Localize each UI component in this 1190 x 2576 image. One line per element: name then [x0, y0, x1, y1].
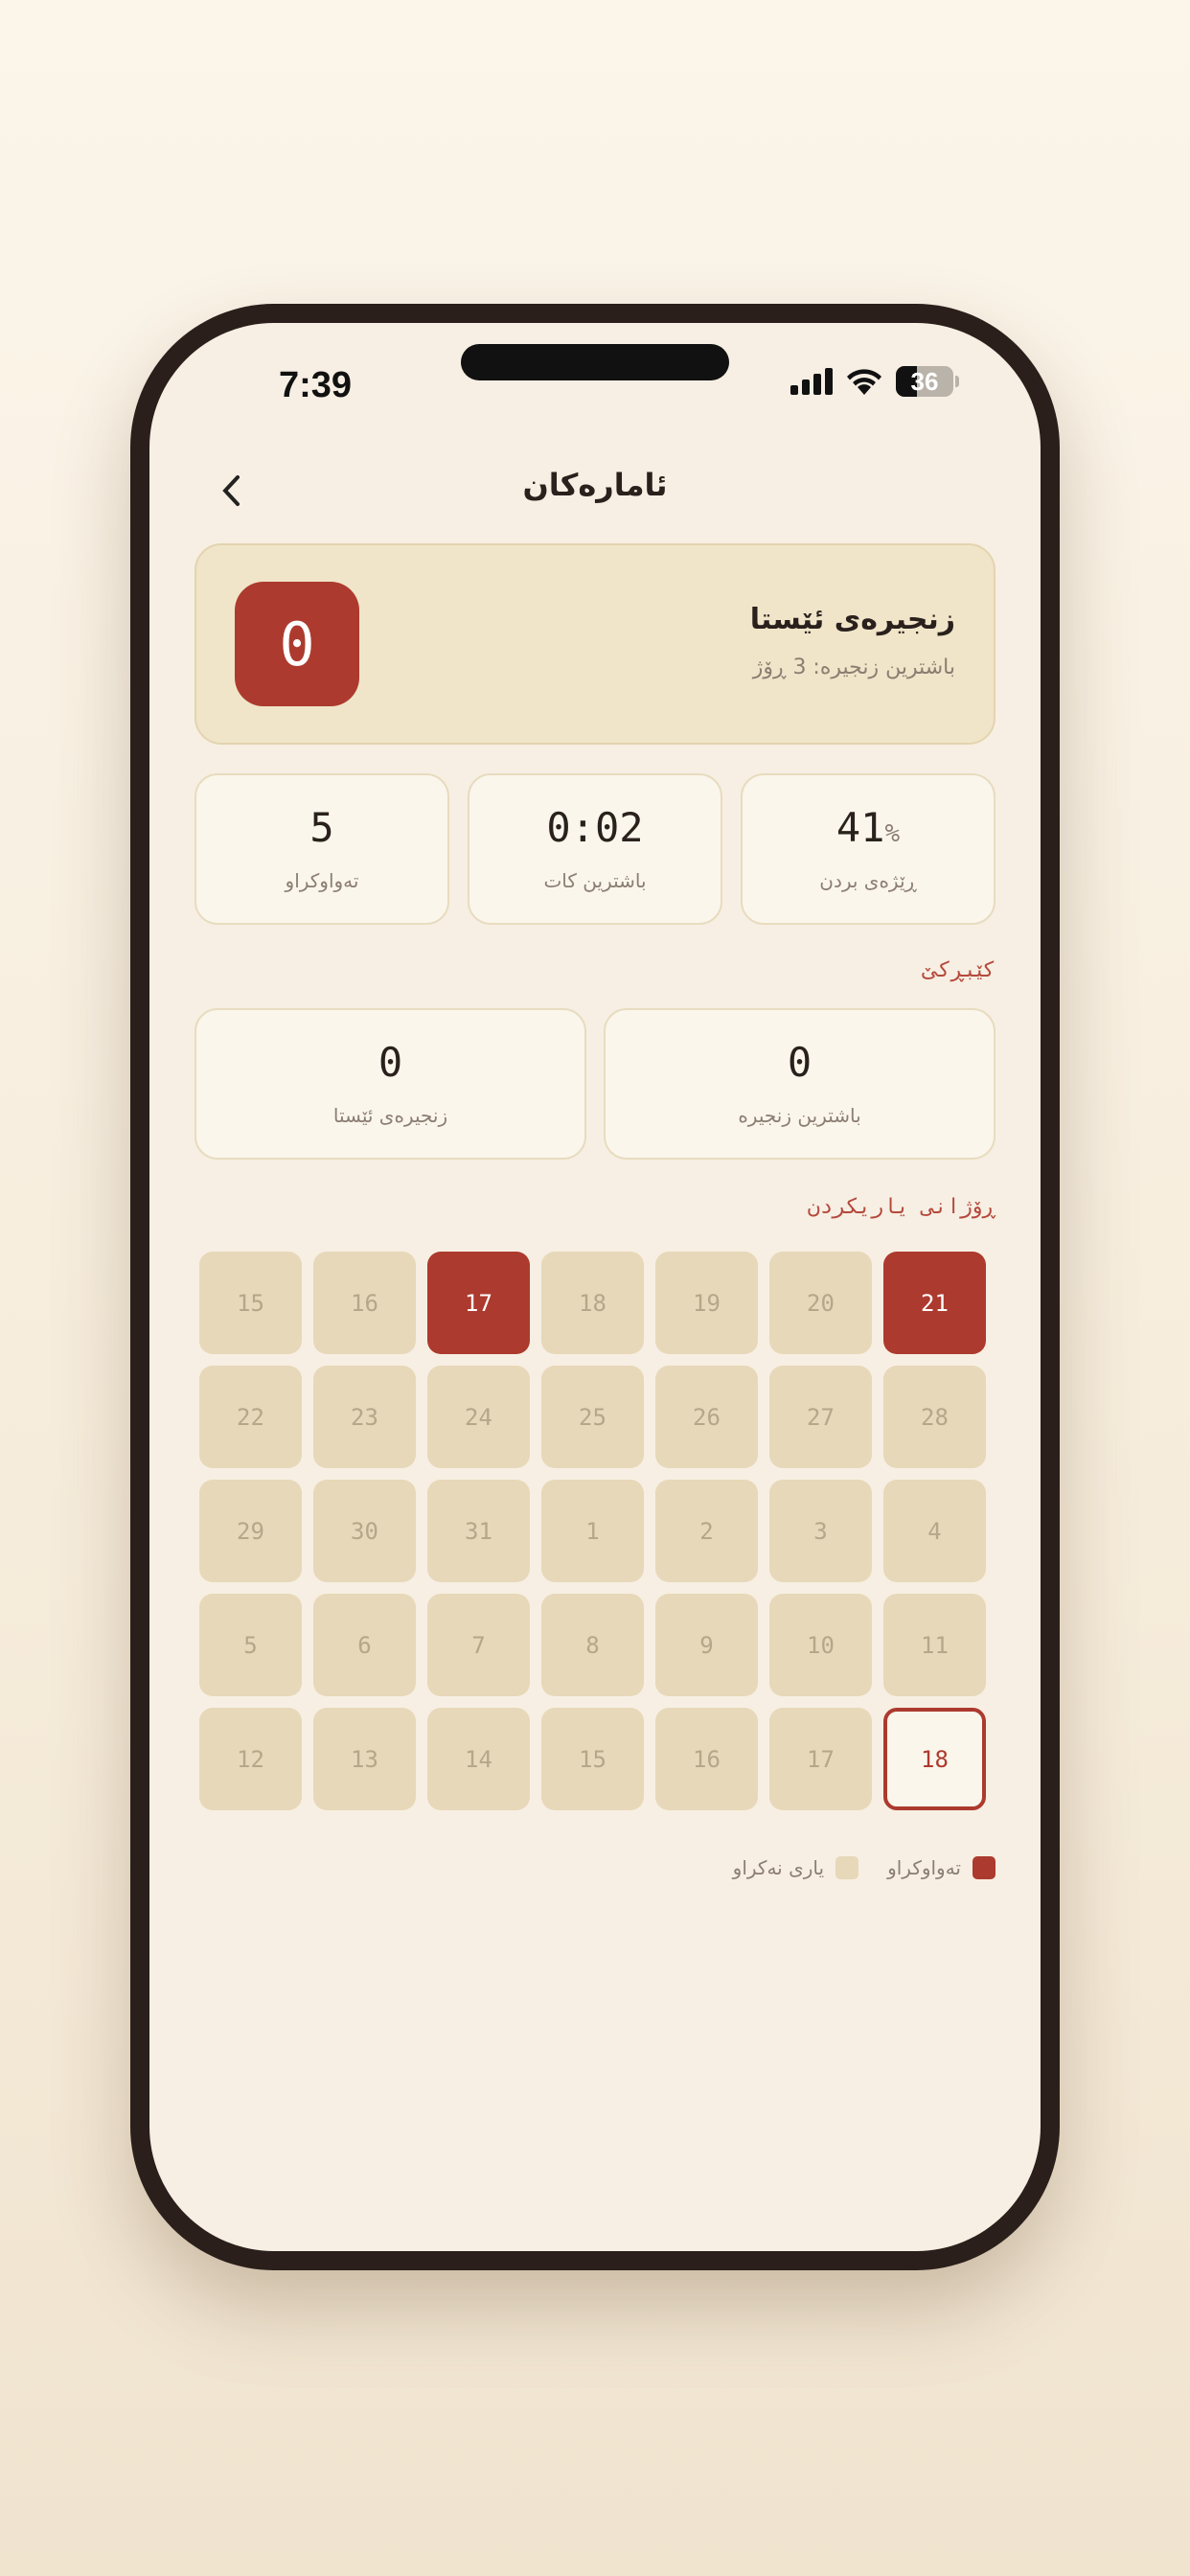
stat-label: باشترین کات	[543, 869, 647, 892]
status-time: 7:39	[279, 365, 353, 405]
calendar-day: 5	[199, 1594, 302, 1696]
current-streak-card: 0 زنجیرەی ئێستا باشترین زنجیرە: 3 ڕۆژ	[195, 543, 995, 745]
play-days-section-label: ڕۆژانی یاریکردن	[807, 1195, 995, 1219]
signal-icon	[790, 368, 833, 395]
stat-label: تەواوکراو	[285, 869, 359, 892]
stat-best-time: 0:02 باشترین کات	[468, 773, 722, 925]
legend-label: تەواوکراو	[887, 1856, 961, 1879]
calendar-day: 9	[655, 1594, 758, 1696]
calendar-day: 7	[427, 1594, 530, 1696]
calendar-day: 15	[541, 1708, 644, 1810]
calendar-day: 15	[199, 1252, 302, 1354]
calendar-day-done: 21	[883, 1252, 986, 1354]
calendar-day: 8	[541, 1594, 644, 1696]
calendar-day: 27	[769, 1366, 872, 1468]
competitive-section-label: کێبڕکێ	[920, 958, 995, 982]
calendar-day: 11	[883, 1594, 986, 1696]
stat-value: 0	[787, 1039, 812, 1086]
page-title: ئامارەکان	[522, 467, 668, 503]
best-streak-subtitle: باشترین زنجیرە: 3 ڕۆژ	[752, 656, 955, 679]
calendar-day: 14	[427, 1708, 530, 1810]
calendar-day-today: 18	[883, 1708, 986, 1810]
stat-competitive-best-streak: 0 باشترین زنجیرە	[604, 1008, 995, 1160]
legend-not-played: یاری نەکراو	[732, 1856, 859, 1879]
stat-label: باشترین زنجیرە	[738, 1104, 861, 1127]
calendar-day: 26	[655, 1366, 758, 1468]
calendar-day: 18	[541, 1252, 644, 1354]
stat-value: 41%	[743, 804, 994, 851]
calendar-day: 24	[427, 1366, 530, 1468]
stat-competitive-current-streak: 0 زنجیرەی ئێستا	[195, 1008, 586, 1160]
calendar-day: 13	[313, 1708, 416, 1810]
calendar-day: 30	[313, 1480, 416, 1582]
calendar-day: 29	[199, 1480, 302, 1582]
battery-icon: 36	[896, 366, 953, 397]
streak-count-badge: 0	[235, 582, 359, 706]
legend-swatch-completed	[973, 1856, 995, 1879]
calendar-day: 16	[655, 1708, 758, 1810]
wifi-icon	[847, 369, 881, 395]
calendar-day: 23	[313, 1366, 416, 1468]
play-days-calendar: 15 16 17 18 19 20 21 22 23 24 25 26 27 28 29 30 31 1 2 3 4 5 6…	[199, 1252, 991, 1813]
stat-value: 0:02	[546, 804, 644, 851]
battery-level: 36	[910, 366, 939, 396]
calendar-day: 31	[427, 1480, 530, 1582]
calendar-legend: تەواوکراو یاری نەکراو	[733, 1856, 995, 1879]
calendar-day: 6	[313, 1594, 416, 1696]
phone-frame: 7:39 36 ئامارەکان 0 زنجیرەی ئێستا باشتری…	[130, 304, 1060, 2270]
calendar-day-done: 17	[427, 1252, 530, 1354]
win-rate-value: 41	[835, 804, 885, 851]
calendar-day: 12	[199, 1708, 302, 1810]
status-icons: 36	[790, 365, 959, 398]
stat-label: زنجیرەی ئێستا	[332, 1104, 448, 1127]
calendar-day: 22	[199, 1366, 302, 1468]
calendar-day: 4	[883, 1480, 986, 1582]
percent-sign: %	[884, 819, 901, 848]
stat-label: ڕێژەی بردن	[819, 869, 917, 892]
calendar-day: 17	[769, 1708, 872, 1810]
calendar-day: 28	[883, 1366, 986, 1468]
calendar-day: 20	[769, 1252, 872, 1354]
calendar-day: 3	[769, 1480, 872, 1582]
calendar-day: 10	[769, 1594, 872, 1696]
streak-title: زنجیرەی ئێستا	[749, 603, 955, 636]
calendar-day: 25	[541, 1366, 644, 1468]
stat-value: 0	[378, 1039, 403, 1086]
stat-value: 5	[309, 804, 334, 851]
dynamic-island	[461, 344, 729, 380]
calendar-day: 2	[655, 1480, 758, 1582]
battery-tip	[955, 376, 959, 387]
calendar-day: 16	[313, 1252, 416, 1354]
calendar-day: 1	[541, 1480, 644, 1582]
stat-win-rate: 41% ڕێژەی بردن	[741, 773, 995, 925]
legend-completed: تەواوکراو	[887, 1856, 995, 1879]
calendar-day: 19	[655, 1252, 758, 1354]
legend-swatch-not-played	[835, 1856, 859, 1879]
legend-label: یاری نەکراو	[732, 1856, 825, 1879]
stat-completed: 5 تەواوکراو	[195, 773, 449, 925]
screen: 7:39 36 ئامارەکان 0 زنجیرەی ئێستا باشتری…	[149, 323, 1041, 2251]
